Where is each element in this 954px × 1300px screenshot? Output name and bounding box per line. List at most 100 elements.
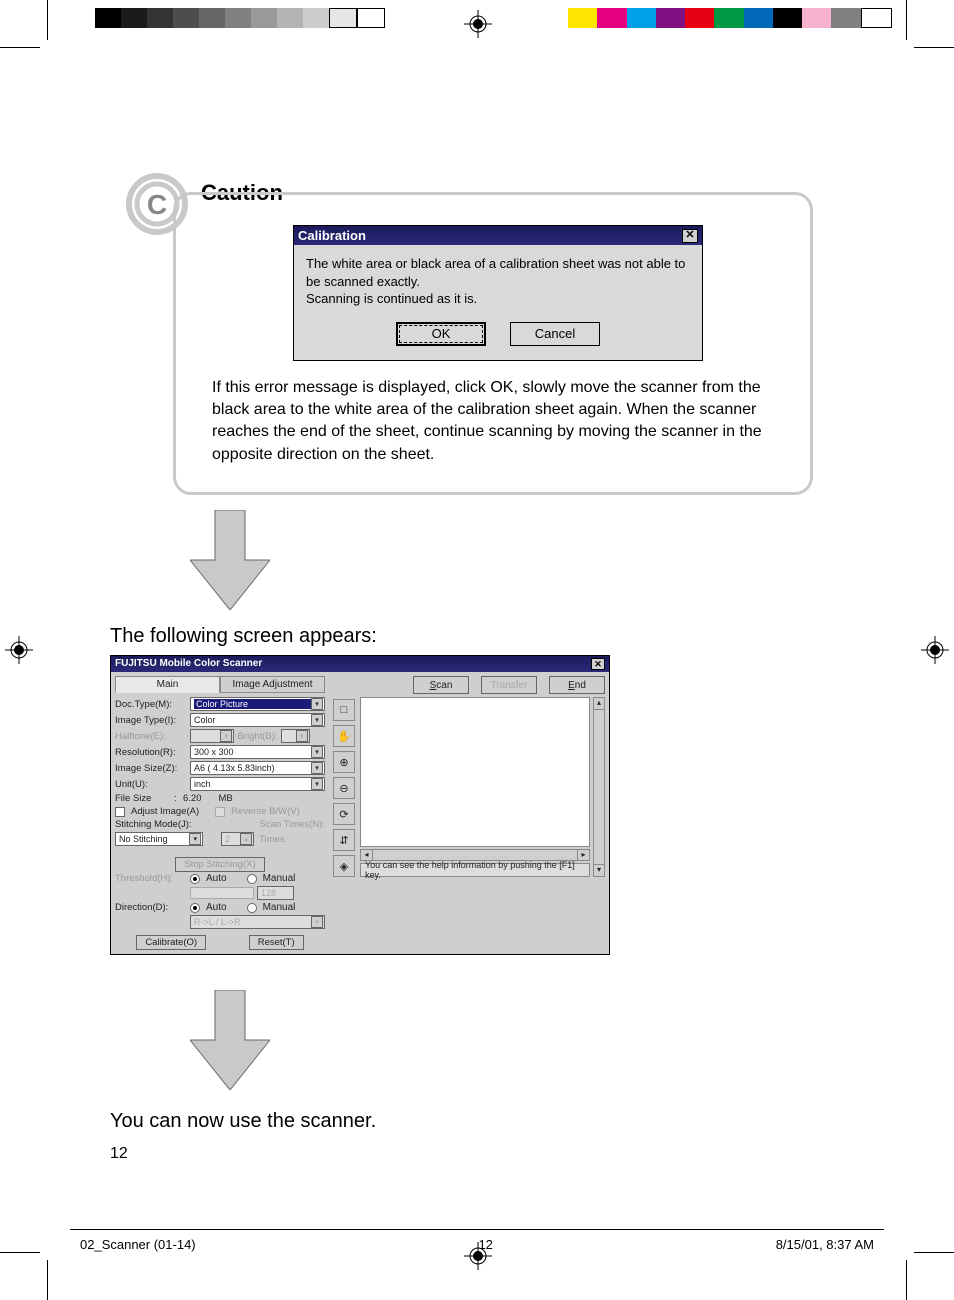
halftone-combo: ▾ — [190, 729, 234, 743]
scan-icon[interactable]: ◈ — [333, 855, 355, 877]
threshold-slider — [190, 887, 254, 899]
lead-text-1: The following screen appears: — [110, 625, 377, 648]
label-file-size: File Size — [115, 793, 171, 804]
label-direction: Direction(D): — [115, 902, 187, 913]
file-size-unit: MB — [219, 793, 233, 804]
scroll-up-icon[interactable]: ▴ — [594, 698, 604, 710]
label-times: Times — [259, 834, 285, 845]
chevron-down-icon: ▾ — [311, 916, 323, 928]
chevron-down-icon: ▾ — [296, 730, 308, 742]
chevron-down-icon: ▾ — [311, 698, 323, 710]
down-arrow-icon — [190, 990, 270, 1095]
label-scan-times: Scan Times(N): — [260, 819, 325, 830]
label-adjust-image: Adjust Image(A) — [131, 806, 199, 817]
reset-button[interactable]: Reset(T) — [249, 935, 304, 950]
calibration-dialog: Calibration ✕ The white area or black ar… — [293, 225, 703, 361]
close-icon[interactable]: ✕ — [591, 658, 605, 670]
image-size-combo[interactable]: A6 ( 4.13x 5.83inch)▾ — [190, 761, 325, 775]
direction-auto-radio[interactable] — [190, 903, 200, 913]
chevron-down-icon: ▾ — [220, 730, 232, 742]
threshold-manual-radio[interactable] — [247, 874, 257, 884]
lead-text-2: You can now use the scanner. — [110, 1110, 376, 1133]
file-size-value: 6.20 — [183, 793, 202, 804]
stitching-combo[interactable]: No Stitching▾ — [115, 832, 203, 846]
select-tool-icon[interactable]: □ — [333, 699, 355, 721]
label-unit: Unit(U): — [115, 779, 187, 790]
down-arrow-icon — [190, 510, 270, 615]
scroll-right-icon[interactable]: ▸ — [577, 850, 589, 860]
footer-file: 02_Scanner (01-14) — [80, 1237, 196, 1252]
threshold-auto-radio[interactable] — [190, 874, 200, 884]
ok-button[interactable]: OK — [396, 322, 486, 346]
hand-tool-icon[interactable]: ✋ — [333, 725, 355, 747]
chevron-down-icon: ▾ — [189, 833, 201, 845]
direction-manual-radio[interactable] — [247, 903, 257, 913]
window-title: FUJITSU Mobile Color Scanner — [115, 658, 262, 670]
registration-target-icon — [5, 636, 33, 664]
footer-timestamp: 8/15/01, 8:37 AM — [776, 1237, 874, 1252]
chevron-down-icon: ▾ — [311, 746, 323, 758]
label-doc-type: Doc.Type(M): — [115, 699, 187, 710]
direction-combo: R->L / L->R▾ — [190, 915, 325, 929]
color-swatch-strip — [568, 8, 892, 28]
dialog-message: The white area or black area of a calibr… — [306, 255, 690, 308]
bright-combo: ▾ — [281, 729, 310, 743]
dialog-title-text: Calibration — [298, 228, 366, 243]
end-button[interactable]: End — [549, 676, 605, 694]
label-resolution: Resolution(R): — [115, 747, 187, 758]
crop-mark — [906, 0, 907, 40]
crop-mark — [47, 0, 48, 40]
transfer-button: Transfer — [481, 676, 537, 694]
label-threshold: Threshold(H): — [115, 873, 187, 884]
unit-combo[interactable]: inch▾ — [190, 777, 325, 791]
window-titlebar: FUJITSU Mobile Color Scanner ✕ — [111, 656, 609, 672]
cancel-button[interactable]: Cancel — [510, 322, 600, 346]
label-bright: Bright(B): — [237, 731, 277, 742]
crop-mark — [914, 47, 954, 48]
threshold-value: 128 — [257, 886, 294, 900]
footer-rule — [70, 1229, 884, 1230]
close-icon[interactable]: ✕ — [682, 229, 698, 243]
caution-body-text: If this error message is displayed, clic… — [212, 377, 784, 467]
resolution-combo[interactable]: 300 x 300▾ — [190, 745, 325, 759]
tab-main[interactable]: Main — [115, 676, 220, 693]
status-bar: You can see the help information by push… — [360, 863, 590, 877]
registration-target-icon — [921, 636, 949, 664]
chevron-down-icon: ▾ — [311, 714, 323, 726]
scroll-left-icon[interactable]: ◂ — [361, 850, 373, 860]
scanner-main-window: FUJITSU Mobile Color Scanner ✕ Main Imag… — [110, 655, 610, 955]
crop-mark — [906, 1260, 907, 1300]
label-stitching-mode: Stitching Mode(J): — [115, 819, 192, 830]
scan-times-spinner: 2▴ — [221, 832, 254, 846]
doc-type-combo[interactable]: Color Picture▾ — [190, 697, 325, 711]
page-number: 12 — [110, 1145, 128, 1163]
label-halftone: Halftone(E): — [115, 731, 187, 742]
stop-stitching-button: Stop Stitching(X) — [175, 857, 264, 872]
flip-icon[interactable]: ⇵ — [333, 829, 355, 851]
label-image-size: Image Size(Z): — [115, 763, 187, 774]
registration-target-icon — [464, 10, 492, 38]
crop-mark — [0, 1252, 40, 1253]
reverse-bw-checkbox — [215, 807, 225, 817]
spinner-icon: ▴ — [240, 833, 252, 845]
svg-text:C: C — [147, 189, 167, 220]
rotate-icon[interactable]: ⟳ — [333, 803, 355, 825]
zoom-in-icon[interactable]: ⊕ — [333, 751, 355, 773]
calibrate-button[interactable]: Calibrate(O) — [136, 935, 206, 950]
scroll-down-icon[interactable]: ▾ — [594, 864, 604, 876]
tab-strip: Main Image Adjustment — [115, 676, 325, 693]
crop-mark — [0, 47, 40, 48]
tab-image-adjustment[interactable]: Image Adjustment — [220, 676, 325, 693]
chevron-down-icon: ▾ — [311, 778, 323, 790]
zoom-out-icon[interactable]: ⊖ — [333, 777, 355, 799]
crop-mark — [914, 1252, 954, 1253]
footer: 02_Scanner (01-14) 12 8/15/01, 8:37 AM — [80, 1237, 874, 1252]
scan-button[interactable]: Scan — [413, 676, 469, 694]
dialog-titlebar: Calibration ✕ — [294, 226, 702, 245]
label-image-type: Image Type(I): — [115, 715, 187, 726]
image-type-combo[interactable]: Color▾ — [190, 713, 325, 727]
grayscale-swatch-strip — [95, 8, 385, 28]
adjust-image-checkbox[interactable] — [115, 807, 125, 817]
chevron-down-icon: ▾ — [311, 762, 323, 774]
label-reverse-bw: Reverse B/W(V) — [231, 806, 300, 817]
